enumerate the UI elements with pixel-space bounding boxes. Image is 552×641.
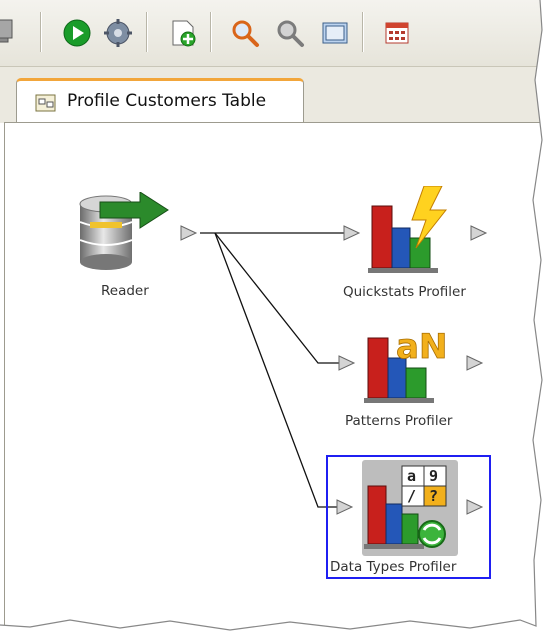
torn-edge-decoration [0, 0, 552, 641]
editor-window: Profile Customers Table Reader Quickstat… [0, 0, 552, 641]
